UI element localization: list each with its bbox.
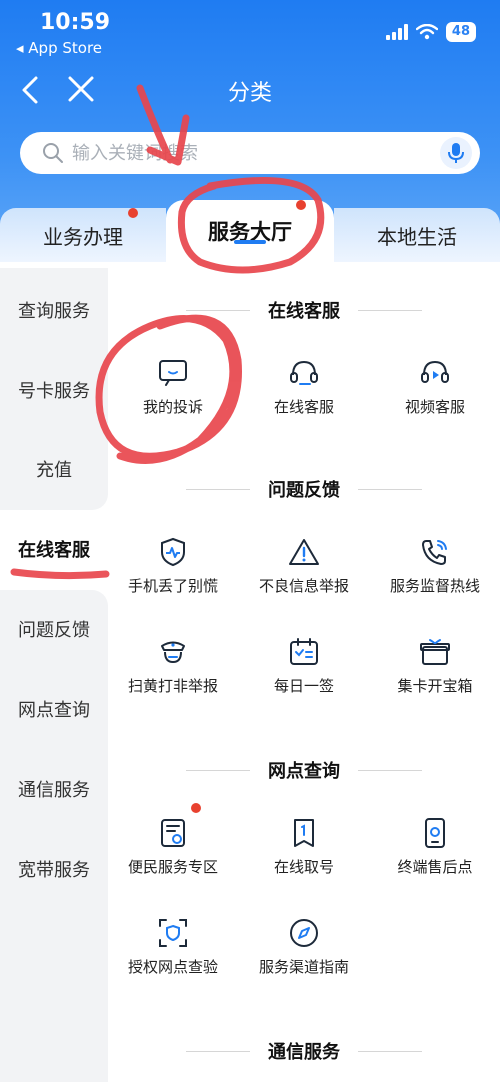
section-title: 在线客服 [108,296,500,324]
active-tab-indicator [234,240,266,244]
sidebar-item-recharge[interactable]: 充值 [0,449,108,489]
lost-phone-button[interactable]: 手机丢了别慌 [108,537,238,607]
microphone-icon [448,143,464,163]
grid-label: 授权网点查验 [127,958,218,976]
daily-checkin-button[interactable]: 每日一签 [239,637,369,707]
nav-bar: 分类 [0,66,500,112]
online-queue-button[interactable]: 在线取号 [239,818,369,888]
battery-indicator: 48 [445,22,476,42]
report-bad-info-button[interactable]: 不良信息举报 [239,537,369,607]
video-service-button[interactable]: 视频客服 [370,358,500,428]
tab-business[interactable]: 业务办理 [0,208,166,262]
phone-repair-icon [425,818,445,848]
back-to-app-store-link[interactable]: ◂ App Store [16,39,102,57]
grid-label: 每日一签 [273,677,334,695]
section-title: 通信服务 [108,1037,500,1065]
divider [358,488,422,490]
grid-label: 扫黄打非举报 [127,677,218,695]
tab-business-badge [128,208,138,218]
convenience-zone-button[interactable]: 便民服务专区 [108,818,238,888]
divider [186,309,250,311]
grid-label: 集卡开宝箱 [397,677,473,695]
sidebar: 查询服务 号卡服务 充值 在线客服 问题反馈 网点查询 通信服务 宽带服务 [0,262,108,1082]
divider [358,1050,422,1052]
phone-call-icon [422,540,447,565]
status-icons: 48 [385,22,476,42]
chat-bubble-icon [159,360,187,386]
section-title-text: 网点查询 [268,761,340,782]
grid-label: 手机丢了别慌 [127,577,218,595]
authorized-outlet-check-button[interactable]: 授权网点查验 [108,918,238,988]
section-title: 问题反馈 [108,475,500,503]
warning-icon [289,539,319,565]
sidebar-item-telecom[interactable]: 通信服务 [0,769,108,809]
scan-shield-icon [159,919,187,947]
video-headset-icon [421,360,449,383]
shield-pulse-icon [161,537,185,567]
headset-icon [290,360,318,385]
grid-label: 在线取号 [273,858,334,876]
convenience-zone-badge [191,803,201,813]
divider [186,769,250,771]
treasure-box-button[interactable]: 集卡开宝箱 [370,637,500,707]
sidebar-group-bottom [0,590,108,1082]
police-icon [161,641,185,664]
sidebar-item-sim-card[interactable]: 号卡服务 [0,370,108,410]
online-service-button[interactable]: 在线客服 [239,358,369,428]
wifi-icon [415,24,438,40]
compass-icon [290,919,318,947]
grid-label: 终端售后点 [397,858,473,876]
grid-label: 服务监督热线 [389,577,480,595]
grid-label: 便民服务专区 [127,858,218,876]
sidebar-item-query[interactable]: 查询服务 [0,290,108,330]
content-area: 查询服务 号卡服务 充值 在线客服 问题反馈 网点查询 通信服务 宽带服务 在线… [0,262,500,1082]
divider [358,309,422,311]
sidebar-item-outlets[interactable]: 网点查询 [0,689,108,729]
divider [186,1050,250,1052]
section-title-text: 通信服务 [268,1042,340,1063]
grid-label: 在线客服 [273,398,334,416]
tab-service-hall-badge [296,200,306,210]
calendar-check-icon [290,638,318,665]
after-sales-button[interactable]: 终端售后点 [370,818,500,888]
complaint-button[interactable]: 我的投诉 [108,358,238,428]
status-time: 10:59 [40,10,111,35]
grid-label: 不良信息举报 [258,577,349,595]
divider [186,488,250,490]
sidebar-item-feedback[interactable]: 问题反馈 [0,609,108,649]
tab-label: 本地生活 [377,224,457,249]
queue-ticket-icon [294,819,314,847]
tab-label: 业务办理 [43,224,123,249]
tab-local-life[interactable]: 本地生活 [334,208,500,262]
supervision-hotline-button[interactable]: 服务监督热线 [370,537,500,607]
sidebar-item-online-service[interactable]: 在线客服 [0,529,108,569]
grid-label: 视频客服 [404,398,465,416]
grid-label: 服务渠道指南 [258,958,349,976]
section-title-text: 在线客服 [268,301,340,322]
channel-guide-button[interactable]: 服务渠道指南 [239,918,369,988]
signal-icon [385,24,408,40]
section-title: 网点查询 [108,756,500,784]
sidebar-item-broadband[interactable]: 宽带服务 [0,849,108,889]
header: 10:59 ◂ App Store 48 分类 输入关键词搜索 业务办理 本地生… [0,0,500,262]
divider [358,769,422,771]
page-title: 分类 [227,81,272,106]
gift-box-icon [420,639,450,665]
tab-service-hall[interactable]: 服务大厅 [166,200,334,262]
search-bar[interactable] [20,132,480,174]
search-icon [43,143,63,163]
service-list: 在线客服 我的投诉 在线客服 视频客服 问题反馈 手机丢了别慌 不良信息举报 服… [108,262,500,1082]
grid-label: 我的投诉 [142,398,203,416]
category-tabs: 业务办理 本地生活 服务大厅 [0,200,500,262]
report-illegal-button[interactable]: 扫黄打非举报 [108,637,238,707]
search-input[interactable] [72,140,432,166]
status-bar: 10:59 ◂ App Store 48 [0,0,500,64]
voice-search-button[interactable] [440,137,472,169]
service-card-icon [161,819,185,847]
section-title-text: 问题反馈 [268,480,340,501]
